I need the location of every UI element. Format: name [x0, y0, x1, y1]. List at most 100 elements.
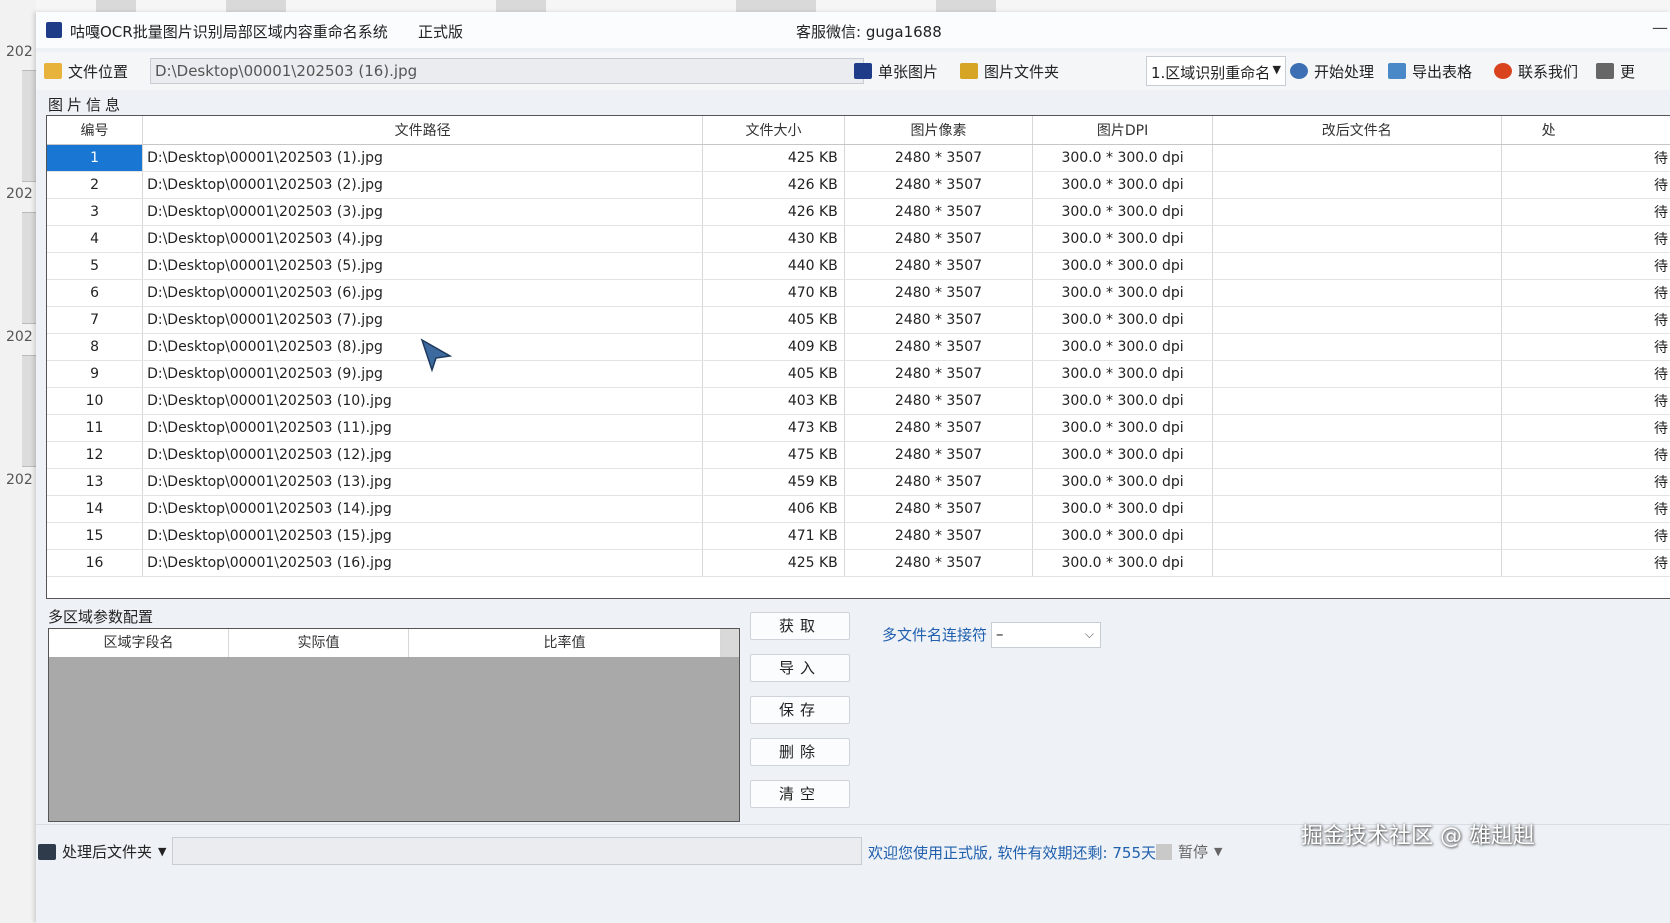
column-header-status[interactable]: 处 — [1501, 116, 1670, 145]
table-row[interactable]: 4 D:\Desktop\00001\202503 (4).jpg 430 KB 24… — [47, 225, 1670, 253]
table-row[interactable]: 9 D:\Desktop\00001\202503 (9).jpg 405 KB 24… — [47, 360, 1670, 388]
clear-button[interactable]: 清空 — [750, 780, 850, 808]
row-status[interactable]: 待 — [1501, 252, 1670, 280]
output-folder-input[interactable] — [172, 837, 862, 865]
table-row[interactable]: 10 D:\Desktop\00001\202503 (10).jpg 403 KB… — [47, 387, 1670, 415]
row-dpi[interactable]: 300.0 * 300.0 dpi — [1032, 252, 1213, 280]
row-dpi[interactable]: 300.0 * 300.0 dpi — [1032, 360, 1213, 388]
row-file-size[interactable]: 403 KB — [702, 387, 845, 415]
config-column-ratio[interactable]: 比率值 — [409, 629, 721, 657]
row-status[interactable]: 待 — [1501, 549, 1670, 577]
row-file-size[interactable]: 471 KB — [702, 522, 845, 550]
row-dpi[interactable]: 300.0 * 300.0 dpi — [1032, 549, 1213, 577]
column-header-number[interactable]: 编号 — [47, 116, 144, 145]
row-file-path[interactable]: D:\Desktop\00001\202503 (5).jpg — [142, 252, 704, 280]
table-row[interactable]: 14 D:\Desktop\00001\202503 (14).jpg 406 KB… — [47, 495, 1670, 523]
row-renamed-name[interactable] — [1212, 414, 1502, 442]
table-row[interactable]: 1 D:\Desktop\00001\202503 (1).jpg 425 KB 24… — [47, 144, 1670, 172]
row-number[interactable]: 7 — [47, 306, 144, 334]
row-number[interactable]: 8 — [47, 333, 144, 361]
row-status[interactable]: 待 — [1501, 468, 1670, 496]
row-file-path[interactable]: D:\Desktop\00001\202503 (16).jpg — [142, 549, 704, 577]
row-file-size[interactable]: 430 KB — [702, 225, 845, 253]
row-status[interactable]: 待 — [1501, 333, 1670, 361]
row-dpi[interactable]: 300.0 * 300.0 dpi — [1032, 279, 1213, 307]
column-header-renamed[interactable]: 改后文件名 — [1212, 116, 1502, 145]
save-button[interactable]: 保存 — [750, 696, 850, 724]
row-dpi[interactable]: 300.0 * 300.0 dpi — [1032, 495, 1213, 523]
mode-select[interactable]: 1.区域识别重命名 ▼ — [1146, 56, 1286, 86]
config-column-field[interactable]: 区域字段名 — [49, 629, 229, 657]
table-row[interactable]: 12 D:\Desktop\00001\202503 (12).jpg 475 KB… — [47, 441, 1670, 469]
config-scrollbar[interactable] — [721, 629, 739, 657]
row-file-path[interactable]: D:\Desktop\00001\202503 (10).jpg — [142, 387, 704, 415]
row-renamed-name[interactable] — [1212, 549, 1502, 577]
image-folder-button[interactable]: 图片文件夹 — [960, 58, 1059, 84]
row-dpi[interactable]: 300.0 * 300.0 dpi — [1032, 387, 1213, 415]
row-pixels[interactable]: 2480 * 3507 — [844, 522, 1034, 550]
row-renamed-name[interactable] — [1212, 252, 1502, 280]
row-file-size[interactable]: 459 KB — [702, 468, 845, 496]
row-file-size[interactable]: 405 KB — [702, 360, 845, 388]
row-pixels[interactable]: 2480 * 3507 — [844, 414, 1034, 442]
table-row[interactable]: 5 D:\Desktop\00001\202503 (5).jpg 440 KB 24… — [47, 252, 1670, 280]
row-status[interactable]: 待 — [1501, 414, 1670, 442]
row-file-size[interactable]: 409 KB — [702, 333, 845, 361]
row-renamed-name[interactable] — [1212, 387, 1502, 415]
table-row[interactable]: 3 D:\Desktop\00001\202503 (3).jpg 426 KB 24… — [47, 198, 1670, 226]
single-image-button[interactable]: 单张图片 — [854, 58, 938, 84]
row-renamed-name[interactable] — [1212, 441, 1502, 469]
row-file-path[interactable]: D:\Desktop\00001\202503 (11).jpg — [142, 414, 704, 442]
row-dpi[interactable]: 300.0 * 300.0 dpi — [1032, 441, 1213, 469]
row-status[interactable]: 待 — [1501, 144, 1670, 172]
title-bar[interactable]: 咕嘎OCR批量图片识别局部区域内容重命名系统 正式版 客服微信: guga168… — [36, 12, 1670, 48]
table-row[interactable]: 16 D:\Desktop\00001\202503 (16).jpg 425 KB… — [47, 549, 1670, 577]
row-file-path[interactable]: D:\Desktop\00001\202503 (15).jpg — [142, 522, 704, 550]
row-pixels[interactable]: 2480 * 3507 — [844, 441, 1034, 469]
row-file-size[interactable]: 425 KB — [702, 549, 845, 577]
row-number[interactable]: 5 — [47, 252, 144, 280]
row-pixels[interactable]: 2480 * 3507 — [844, 198, 1034, 226]
row-dpi[interactable]: 300.0 * 300.0 dpi — [1032, 198, 1213, 226]
row-renamed-name[interactable] — [1212, 171, 1502, 199]
row-pixels[interactable]: 2480 * 3507 — [844, 225, 1034, 253]
row-dpi[interactable]: 300.0 * 300.0 dpi — [1032, 306, 1213, 334]
row-file-size[interactable]: 405 KB — [702, 306, 845, 334]
row-number[interactable]: 4 — [47, 225, 144, 253]
delete-button[interactable]: 删除 — [750, 738, 850, 766]
row-pixels[interactable]: 2480 * 3507 — [844, 279, 1034, 307]
row-file-path[interactable]: D:\Desktop\00001\202503 (4).jpg — [142, 225, 704, 253]
row-pixels[interactable]: 2480 * 3507 — [844, 549, 1034, 577]
row-file-path[interactable]: D:\Desktop\00001\202503 (6).jpg — [142, 279, 704, 307]
row-status[interactable]: 待 — [1501, 441, 1670, 469]
column-header-path[interactable]: 文件路径 — [142, 116, 704, 145]
row-renamed-name[interactable] — [1212, 468, 1502, 496]
row-file-path[interactable]: D:\Desktop\00001\202503 (14).jpg — [142, 495, 704, 523]
row-number[interactable]: 15 — [47, 522, 144, 550]
row-pixels[interactable]: 2480 * 3507 — [844, 360, 1034, 388]
row-status[interactable]: 待 — [1501, 279, 1670, 307]
config-column-actual[interactable]: 实际值 — [229, 629, 409, 657]
row-file-size[interactable]: 473 KB — [702, 414, 845, 442]
row-file-size[interactable]: 475 KB — [702, 441, 845, 469]
row-pixels[interactable]: 2480 * 3507 — [844, 306, 1034, 334]
row-number[interactable]: 16 — [47, 549, 144, 577]
row-renamed-name[interactable] — [1212, 279, 1502, 307]
row-pixels[interactable]: 2480 * 3507 — [844, 495, 1034, 523]
row-dpi[interactable]: 300.0 * 300.0 dpi — [1032, 144, 1213, 172]
column-header-size[interactable]: 文件大小 — [702, 116, 845, 145]
row-pixels[interactable]: 2480 * 3507 — [844, 171, 1034, 199]
row-number[interactable]: 1 — [47, 144, 144, 172]
row-number[interactable]: 3 — [47, 198, 144, 226]
table-row[interactable]: 2 D:\Desktop\00001\202503 (2).jpg 426 KB 24… — [47, 171, 1670, 199]
row-renamed-name[interactable] — [1212, 522, 1502, 550]
row-file-size[interactable]: 426 KB — [702, 171, 845, 199]
row-pixels[interactable]: 2480 * 3507 — [844, 468, 1034, 496]
table-row[interactable]: 7 D:\Desktop\00001\202503 (7).jpg 405 KB 24… — [47, 306, 1670, 334]
output-folder-button[interactable]: 处理后文件夹 ▼ — [38, 841, 166, 862]
import-button[interactable]: 导入 — [750, 654, 850, 682]
minimize-icon[interactable]: — — [1652, 18, 1668, 37]
row-dpi[interactable]: 300.0 * 300.0 dpi — [1032, 225, 1213, 253]
row-status[interactable]: 待 — [1501, 198, 1670, 226]
file-path-input[interactable]: D:\Desktop\00001\202503 (16).jpg — [150, 58, 864, 84]
